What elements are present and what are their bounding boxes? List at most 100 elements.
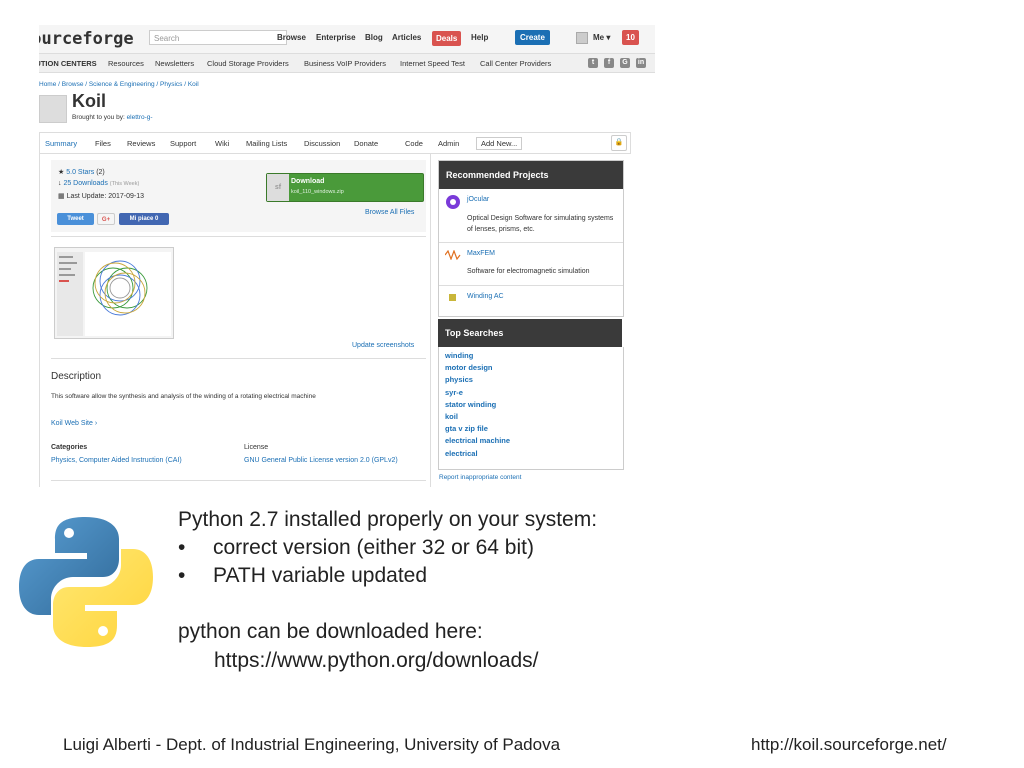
tab-code[interactable]: Code: [405, 139, 423, 148]
tab-reviews[interactable]: Reviews: [127, 139, 155, 148]
nav-browse[interactable]: Browse: [277, 33, 306, 42]
description-heading: Description: [51, 371, 102, 382]
top-search-link[interactable]: physics: [445, 375, 473, 384]
license-heading: License: [244, 444, 269, 451]
tab-files[interactable]: Files: [95, 139, 111, 148]
sourceforge-screenshot: sourceforge Search Browse Enterprise Blo…: [39, 25, 655, 487]
notifications-badge[interactable]: 10: [622, 30, 639, 45]
nav-help[interactable]: Help: [471, 33, 488, 42]
tab-donate[interactable]: Donate: [354, 139, 378, 148]
solution-centers-label[interactable]: SOLUTION CENTERS: [39, 59, 97, 68]
recommended-item[interactable]: Winding AC: [439, 286, 623, 316]
tweet-button[interactable]: Tweet: [57, 213, 94, 225]
tab-support[interactable]: Support: [170, 139, 196, 148]
subnav-speed-test[interactable]: Internet Speed Test: [400, 59, 465, 68]
create-button[interactable]: Create: [515, 30, 550, 45]
nav-enterprise[interactable]: Enterprise: [316, 33, 356, 42]
top-navigation-bar: sourceforge Search Browse Enterprise Blo…: [39, 25, 655, 54]
report-content-link[interactable]: Report inappropriate content: [439, 474, 521, 481]
sourceforge-download-icon: sf: [267, 174, 289, 201]
screenshot-thumbnail[interactable]: [54, 247, 174, 339]
top-search-link[interactable]: koil: [445, 412, 458, 421]
footer-url[interactable]: http://koil.sourceforge.net/: [751, 735, 947, 755]
subnav-resources[interactable]: Resources: [108, 59, 144, 68]
facebook-like-button[interactable]: Mi piace 0: [119, 213, 169, 225]
facebook-icon[interactable]: f: [604, 58, 614, 68]
recommended-name[interactable]: jOcular: [467, 196, 489, 203]
recommended-item[interactable]: MaxFEM Software for electromagnetic simu…: [439, 243, 623, 286]
linkedin-icon[interactable]: in: [636, 58, 646, 68]
tab-summary[interactable]: Summary: [45, 139, 77, 148]
categories-heading: Categories: [51, 444, 88, 451]
subnav-cloud-storage[interactable]: Cloud Storage Providers: [207, 59, 289, 68]
python-download-url[interactable]: https://www.python.org/downloads/: [214, 649, 539, 673]
deals-button[interactable]: Deals: [432, 31, 462, 46]
download-button[interactable]: sf Download koil_110_windows.zip: [266, 173, 424, 202]
top-search-link[interactable]: winding: [445, 351, 473, 360]
subnav-voip[interactable]: Business VoIP Providers: [304, 59, 386, 68]
recommended-name[interactable]: MaxFEM: [467, 250, 495, 257]
tab-mailing-lists[interactable]: Mailing Lists: [246, 139, 287, 148]
sourceforge-logo[interactable]: sourceforge: [39, 29, 134, 49]
author-link[interactable]: elettro-g-: [127, 114, 153, 121]
project-author-line: Brought to you by: elettro-g-: [72, 114, 153, 121]
slide-bullet-1: correct version (either 32 or 64 bit): [213, 536, 534, 559]
top-search-link[interactable]: gta v zip file: [445, 424, 488, 433]
project-icon: [39, 95, 67, 123]
top-search-link[interactable]: motor design: [445, 363, 493, 372]
download-label: Download: [291, 178, 325, 185]
jocular-icon: [446, 195, 460, 209]
project-website-link[interactable]: Koil Web Site ›: [51, 420, 97, 427]
downloads-line: ↓ 25 Downloads (This Week): [58, 180, 139, 187]
tab-discussion[interactable]: Discussion: [304, 139, 340, 148]
maxfem-icon: [445, 250, 461, 260]
browse-all-files-link[interactable]: Browse All Files: [365, 209, 414, 216]
downloads-period: (This Week): [109, 181, 140, 187]
winding-plot-image: [55, 248, 173, 338]
downloads-link[interactable]: 25 Downloads: [63, 180, 107, 187]
last-update: Last Update: 2017-09-13: [66, 193, 145, 200]
python-logo: [19, 517, 153, 647]
download-arrow-icon: ↓: [58, 180, 62, 187]
slide-line-2: python can be downloaded here:: [178, 620, 483, 643]
tab-add-new[interactable]: Add New...: [476, 137, 523, 150]
divider: [51, 480, 426, 481]
rating-link[interactable]: 5.0 Stars: [66, 169, 94, 176]
tab-wiki[interactable]: Wiki: [215, 139, 229, 148]
recommended-projects-panel: Recommended Projects jOcular Optical Des…: [438, 160, 624, 317]
top-search-link[interactable]: electrical machine: [445, 436, 510, 445]
google-plus-button[interactable]: G+: [97, 213, 115, 225]
recommended-desc: Optical Design Software for simulating s…: [467, 215, 614, 233]
recommended-item[interactable]: jOcular Optical Design Software for simu…: [439, 189, 623, 243]
breadcrumb[interactable]: Home / Browse / Science & Engineering / …: [39, 81, 199, 88]
winding-ac-icon: [449, 294, 456, 301]
bullet-dot: •: [178, 536, 186, 559]
update-screenshots-link[interactable]: Update screenshots: [352, 342, 414, 349]
categories-value[interactable]: Physics, Computer Aided Instruction (CAI…: [51, 457, 182, 464]
me-menu[interactable]: Me ▾: [593, 33, 610, 42]
footer-author: Luigi Alberti - Dept. of Industrial Engi…: [63, 735, 561, 754]
divider: [51, 358, 426, 359]
top-search-link[interactable]: stator winding: [445, 400, 496, 409]
tab-admin[interactable]: Admin: [438, 139, 459, 148]
subnav-newsletters[interactable]: Newsletters: [155, 59, 194, 68]
search-input[interactable]: Search: [149, 30, 287, 45]
download-filename: koil_110_windows.zip: [291, 189, 344, 195]
rating-line: ★ 5.0 Stars (2): [58, 168, 105, 176]
slide-line-1: Python 2.7 installed properly on your sy…: [178, 508, 598, 531]
description-text: This software allow the synthesis and an…: [51, 393, 316, 400]
nav-articles[interactable]: Articles: [392, 33, 421, 42]
brought-by-label: Brought to you by:: [72, 114, 127, 121]
license-value[interactable]: GNU General Public License version 2.0 (…: [244, 457, 398, 464]
lock-icon[interactable]: 🔒: [611, 135, 627, 151]
nav-blog[interactable]: Blog: [365, 33, 383, 42]
top-searches-heading: Top Searches: [438, 319, 622, 347]
subnav-call-center[interactable]: Call Center Providers: [480, 59, 551, 68]
bullet-dot: •: [178, 564, 186, 587]
slide-bullet-2: PATH variable updated: [213, 564, 428, 587]
google-icon[interactable]: G: [620, 58, 630, 68]
top-search-link[interactable]: syr-e: [445, 388, 463, 397]
top-search-link[interactable]: electrical: [445, 449, 478, 458]
twitter-icon[interactable]: t: [588, 58, 598, 68]
recommended-name[interactable]: Winding AC: [467, 293, 504, 300]
